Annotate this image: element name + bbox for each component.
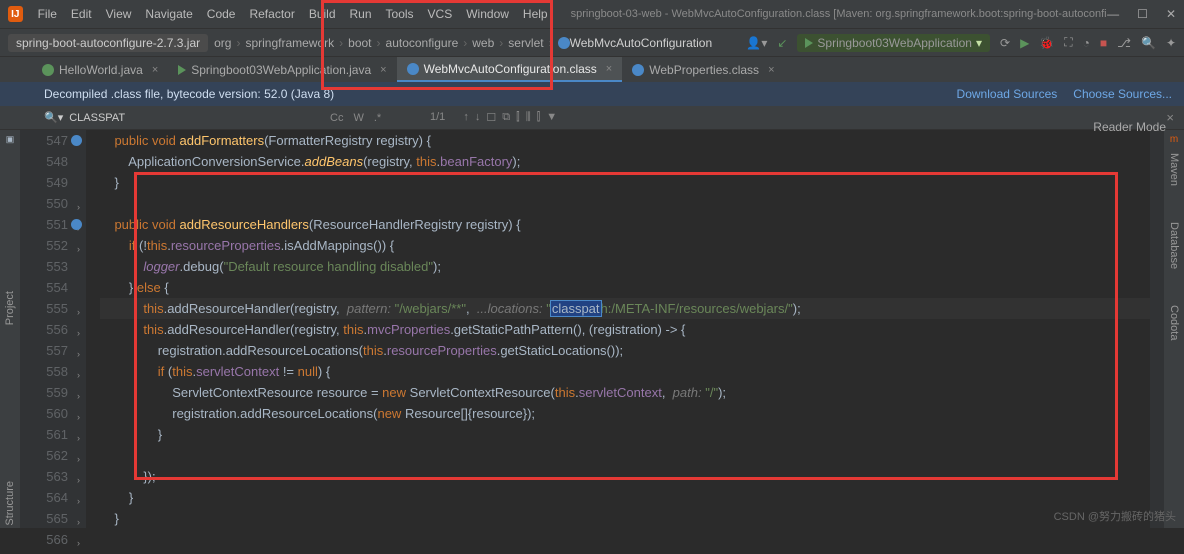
find-in-file-bar: 🔍▾ CLASSPAT Cc W .* 1/1 ↑ ↓ ☐ ⧉ ⫿ ⫼ ⫿ ▼ × [0,106,1184,130]
menu-run[interactable]: Run [343,7,379,21]
structure-tool-label[interactable]: Structure [4,481,16,526]
error-stripe [1150,130,1164,528]
codota-tool-label[interactable]: Codota [1168,305,1180,340]
breadcrumb-item[interactable]: servlet [508,36,543,50]
close-tab-icon[interactable]: × [380,64,386,76]
menu-help[interactable]: Help [516,7,555,21]
filter2-icon[interactable]: ⫼ [526,111,531,124]
prev-match-icon[interactable]: ↑ [463,111,469,124]
code-editor[interactable]: public void addFormatters(FormatterRegis… [86,130,1150,528]
tab-webmvc-autoconfig[interactable]: WebMvcAutoConfiguration.class× [397,57,623,82]
regex-icon[interactable]: .* [374,112,381,124]
minimize-icon[interactable]: — [1107,7,1119,21]
reload-icon[interactable]: ⟳ [1000,36,1010,50]
tab-webproperties[interactable]: WebProperties.class× [622,57,784,82]
decompiled-label: Decompiled .class file, bytecode version… [44,87,334,101]
close-tab-icon[interactable]: × [606,63,612,75]
breadcrumb-jar[interactable]: spring-boot-autoconfigure-2.7.3.jar [8,34,208,52]
next-match-icon[interactable]: ↓ [475,111,481,124]
play-icon [805,38,813,48]
main-menu: File Edit View Navigate Code Refactor Bu… [31,7,555,21]
run-icon[interactable]: ▶ [1020,36,1029,50]
menu-tools[interactable]: Tools [379,7,421,21]
new-window-icon[interactable]: ⧉ [502,111,510,124]
menu-vcs[interactable]: VCS [421,7,460,21]
menu-file[interactable]: File [31,7,64,21]
menu-refactor[interactable]: Refactor [242,7,301,21]
person-icon[interactable]: 👤▾ [746,36,767,50]
window-controls: — ☐ ✕ [1107,7,1176,21]
tab-helloworld[interactable]: HelloWorld.java× [32,57,168,82]
reader-mode-label[interactable]: Reader Mode [1093,120,1166,134]
play-icon [178,65,186,75]
maven-tool-label[interactable]: Maven [1168,153,1180,186]
menu-view[interactable]: View [99,7,139,21]
filter3-icon[interactable]: ⫿ [537,111,541,124]
search-icon[interactable]: 🔍 [1141,36,1156,50]
breadcrumb-item[interactable]: WebMvcAutoConfiguration [570,36,713,50]
menu-navigate[interactable]: Navigate [138,7,199,21]
close-tab-icon[interactable]: × [152,64,158,76]
stop-icon[interactable]: ■ [1100,36,1107,50]
line-gutter: 547548549550›551›552›553554555›556›557›5… [20,130,86,528]
choose-sources-link[interactable]: Choose Sources... [1073,87,1172,101]
class-file-icon [632,64,644,76]
tab-springboot-app[interactable]: Springboot03WebApplication.java× [168,57,396,82]
select-all-icon[interactable]: ☐ [486,111,496,124]
menu-edit[interactable]: Edit [64,7,99,21]
csdn-watermark: CSDN @努力搬砖的猪头 [1054,508,1176,524]
class-file-icon [407,63,419,75]
app-logo: IJ [8,6,23,22]
coverage-icon[interactable]: ⛶ [1064,35,1072,50]
close-icon[interactable]: ✕ [1166,7,1176,21]
menu-build[interactable]: Build [302,7,343,21]
match-case-icon[interactable]: Cc [330,112,343,124]
editor-main: ▣ Project Structure 547548549550›551›552… [0,130,1184,528]
breadcrumb-item[interactable]: web [472,36,494,50]
toolbar-right: 👤▾ ↙ Springboot03WebApplication ▾ ⟳ ▶ 🐞 … [746,34,1176,52]
close-search-icon[interactable]: × [1166,110,1174,125]
breadcrumb-item[interactable]: autoconfigure [386,36,459,50]
breadcrumb-item[interactable]: springframework [245,36,334,50]
title-bar: IJ File Edit View Navigate Code Refactor… [0,0,1184,28]
git-icon[interactable]: ⎇ [1117,36,1131,50]
debug-icon[interactable]: 🐞 [1039,36,1054,50]
settings-icon[interactable]: ✦ [1166,36,1176,50]
search-input[interactable]: CLASSPAT [69,112,125,124]
close-tab-icon[interactable]: × [768,64,774,76]
java-file-icon [42,64,54,76]
profile-icon[interactable]: ◔ [1083,36,1090,50]
decompiled-info-bar: Decompiled .class file, bytecode version… [0,82,1184,106]
whole-words-icon[interactable]: W [353,112,363,124]
back-arrow-icon[interactable]: ↙ [777,36,787,50]
run-config-selector[interactable]: Springboot03WebApplication ▾ [797,34,990,52]
class-icon [558,37,570,49]
database-tool-label[interactable]: Database [1168,222,1180,269]
breadcrumb-item[interactable]: boot [348,36,371,50]
breadcrumb-item[interactable]: org [214,36,231,50]
right-tool-gutter: m Maven Database Codota [1164,130,1184,528]
match-counter: 1/1 [430,111,445,124]
funnel-icon[interactable]: ▼ [546,111,557,124]
menu-window[interactable]: Window [459,7,516,21]
maximize-icon[interactable]: ☐ [1137,7,1148,21]
filter-icon[interactable]: ⫿ [516,111,520,124]
project-tool-label[interactable]: Project [4,291,16,325]
search-icon: 🔍▾ [44,111,63,124]
window-title: springboot-03-web - WebMvcAutoConfigurat… [571,8,1108,20]
editor-tabs: HelloWorld.java× Springboot03WebApplicat… [0,56,1184,82]
breadcrumb-row: spring-boot-autoconfigure-2.7.3.jar org›… [0,28,1184,56]
left-tool-gutter: ▣ Project Structure [0,130,20,528]
menu-code[interactable]: Code [200,7,243,21]
maven-icon[interactable]: m [1170,134,1178,145]
project-tool-icon[interactable]: ▣ [6,134,15,145]
download-sources-link[interactable]: Download Sources [957,87,1058,101]
